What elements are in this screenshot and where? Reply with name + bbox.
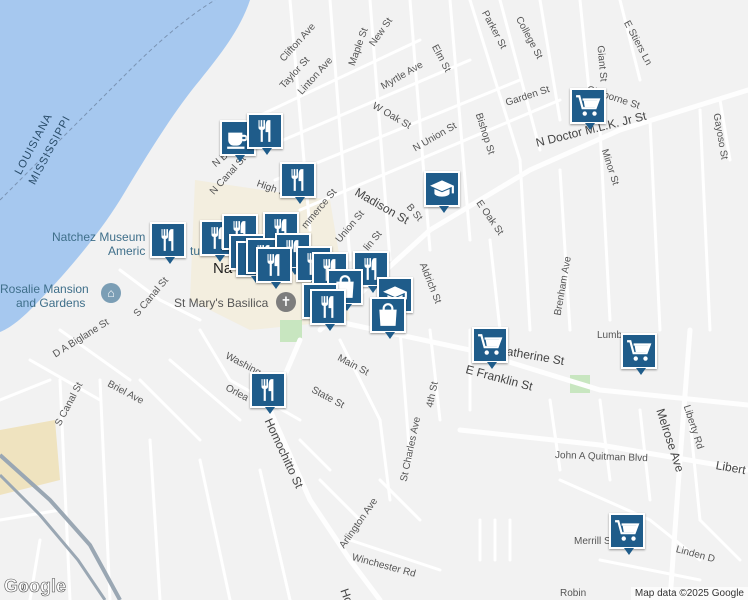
shopping-marker[interactable] bbox=[370, 297, 406, 339]
restaurant-marker[interactable] bbox=[280, 162, 316, 204]
grocery-marker[interactable] bbox=[621, 333, 657, 375]
grocery-icon bbox=[627, 340, 652, 361]
grocery-marker[interactable] bbox=[609, 513, 645, 555]
map-canvas[interactable]: LOUISIANA MISSISSIPPI Clifton Ave Taylor… bbox=[0, 0, 748, 600]
restaurant-icon bbox=[261, 379, 274, 401]
street-merrill: Merrill S bbox=[574, 536, 611, 547]
poi-museum-line1[interactable]: Natchez Museum bbox=[52, 230, 145, 244]
poi-museum-line2[interactable]: Americ bbox=[108, 244, 145, 258]
poi-rosalie-line1[interactable]: Rosalie Mansion bbox=[0, 282, 89, 296]
restaurant-marker[interactable] bbox=[250, 372, 286, 414]
grocery-icon bbox=[478, 334, 503, 355]
shopping-icon bbox=[379, 303, 397, 326]
restaurant-marker[interactable] bbox=[310, 289, 346, 331]
grocery-icon bbox=[576, 95, 601, 116]
poi-basilica[interactable]: St Mary's Basilica bbox=[174, 296, 268, 310]
restaurant-marker[interactable] bbox=[150, 222, 186, 264]
street-lumber: Lumb bbox=[597, 330, 623, 341]
school-marker[interactable] bbox=[424, 171, 460, 213]
restaurant-icon bbox=[321, 296, 334, 318]
poi-rosalie-line2[interactable]: and Gardens bbox=[16, 296, 85, 310]
street-robins: Robin bbox=[560, 588, 587, 599]
google-logo: Google bbox=[4, 576, 67, 597]
church-icon[interactable]: ✝ bbox=[276, 292, 296, 312]
grocery-marker[interactable] bbox=[472, 327, 508, 369]
restaurant-marker[interactable] bbox=[256, 247, 292, 289]
restaurant-icon bbox=[258, 120, 271, 142]
restaurant-icon bbox=[291, 169, 304, 191]
restaurant-marker[interactable] bbox=[247, 113, 283, 155]
museum-icon[interactable]: ⌂ bbox=[101, 283, 121, 303]
restaurant-icon bbox=[161, 229, 174, 251]
map-attribution: Map data ©2025 Google bbox=[630, 587, 748, 600]
school-icon bbox=[430, 180, 454, 197]
restaurant-icon bbox=[267, 254, 280, 276]
grocery-marker[interactable] bbox=[570, 88, 606, 130]
grocery-icon bbox=[615, 520, 640, 541]
